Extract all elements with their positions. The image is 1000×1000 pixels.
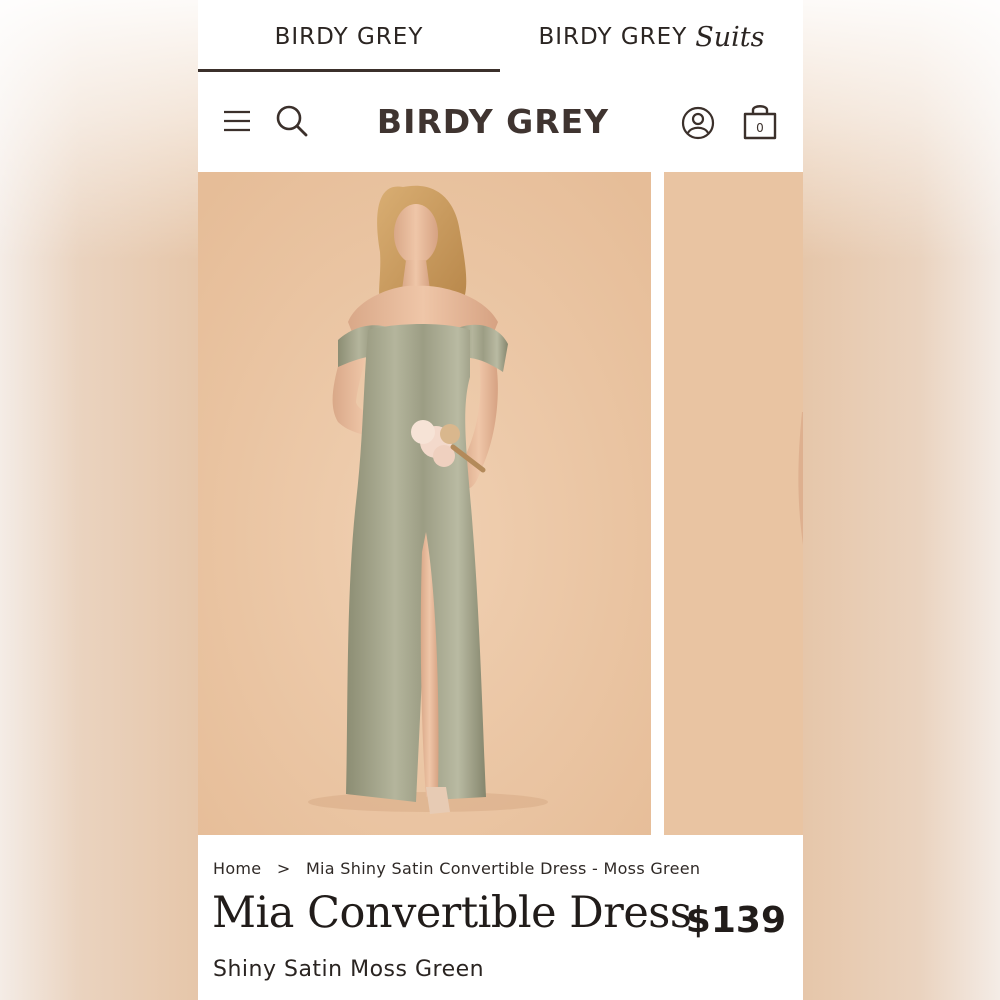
next-photo-preview: [664, 172, 803, 835]
product-title: Mia Convertible Dress: [212, 888, 692, 938]
model-photo: [198, 172, 651, 835]
breadcrumb: Home > Mia Shiny Satin Convertible Dress…: [213, 859, 700, 878]
product-image-next[interactable]: [664, 172, 803, 835]
product-gallery[interactable]: [198, 172, 803, 835]
tab-birdy-grey-suits[interactable]: BIRDY GREY Suits: [500, 0, 803, 74]
account-icon[interactable]: [680, 105, 716, 141]
product-price: $139: [685, 900, 786, 941]
tab-birdy-grey[interactable]: BIRDY GREY: [198, 0, 500, 74]
logo[interactable]: BIRDY GREY: [348, 102, 638, 141]
brand-tabs: BIRDY GREY BIRDY GREY Suits: [198, 0, 803, 74]
active-tab-indicator: [198, 69, 500, 72]
breadcrumb-current[interactable]: Mia Shiny Satin Convertible Dress - Moss…: [306, 859, 700, 878]
product-image-main[interactable]: [198, 172, 651, 835]
cart-count: 0: [756, 121, 764, 135]
search-icon[interactable]: [274, 103, 310, 139]
site-header: BIRDY GREY 0: [198, 74, 803, 172]
menu-icon[interactable]: [220, 104, 254, 138]
tab-suits-label: BIRDY GREY: [538, 24, 688, 50]
breadcrumb-separator: >: [276, 859, 291, 878]
cart-icon[interactable]: 0: [741, 102, 779, 142]
tab-birdy-grey-label: BIRDY GREY: [274, 24, 424, 50]
tab-suits-suffix: Suits: [695, 21, 765, 53]
product-subtitle: Shiny Satin Moss Green: [213, 957, 485, 982]
mobile-page: BIRDY GREY BIRDY GREY Suits BIRDY GREY 0…: [198, 0, 803, 1000]
breadcrumb-home-link[interactable]: Home: [213, 859, 261, 878]
